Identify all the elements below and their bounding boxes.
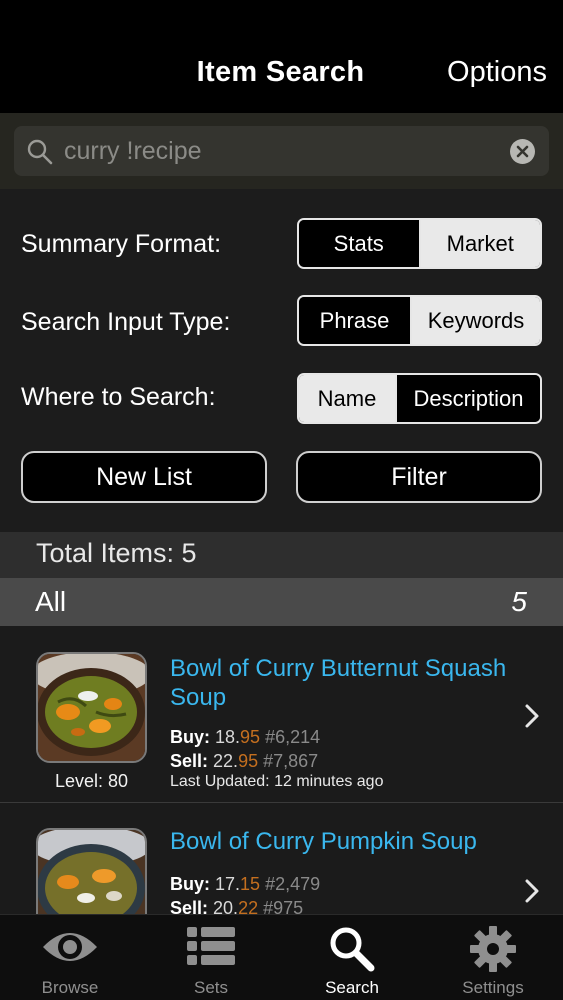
buy-price: Buy: 17.15 #2,479: [170, 874, 321, 894]
close-icon: [516, 145, 529, 158]
item-name[interactable]: Bowl of Curry Pumpkin Soup: [170, 827, 510, 856]
chevron-right-icon: [525, 704, 539, 728]
search-options-panel: Summary Format: Stats Market Search Inpu…: [0, 189, 563, 532]
chevron-right-icon: [525, 879, 539, 903]
soup-bowl-image: [38, 830, 145, 914]
search-input-type-label: Search Input Type:: [21, 308, 231, 336]
options-button[interactable]: Options: [447, 56, 547, 89]
tab-bar: Browse Sets Search Settings: [0, 914, 563, 1000]
sell-price: Sell: 22.95 #7,867: [170, 751, 319, 771]
segment-keywords[interactable]: Keywords: [410, 297, 540, 344]
search-input[interactable]: curry !recipe: [14, 126, 549, 176]
search-query: curry !recipe: [64, 137, 202, 165]
tab-search[interactable]: Search: [282, 915, 422, 1000]
list-icon: [187, 927, 235, 965]
search-icon: [27, 139, 53, 165]
where-to-search-label: Where to Search:: [21, 383, 216, 411]
search-bar: curry !recipe: [0, 113, 563, 189]
tab-browse-label: Browse: [41, 978, 99, 997]
tab-sets-label: Sets: [193, 978, 229, 997]
segment-name[interactable]: Name: [299, 375, 395, 422]
gear-icon: [470, 926, 516, 972]
clear-search-button[interactable]: [510, 139, 535, 164]
navigation-bar: Item Search Options: [0, 0, 563, 113]
eye-icon: [43, 933, 97, 961]
last-updated: Last Updated: 12 minutes ago: [170, 773, 384, 790]
item-thumbnail: [36, 828, 147, 914]
item-thumbnail: [36, 652, 147, 763]
tab-settings-label: Settings: [462, 978, 524, 997]
tab-settings[interactable]: Settings: [423, 915, 563, 1000]
where-to-search-control: Name Description: [297, 373, 542, 424]
search-input-type-control: Phrase Keywords: [297, 295, 542, 346]
section-header: All 5: [0, 578, 563, 626]
item-level: Level: 80: [54, 771, 129, 791]
tab-browse[interactable]: Browse: [0, 915, 140, 1000]
buy-price: Buy: 18.95 #6,214: [170, 727, 321, 747]
tab-search-label: Search: [325, 978, 379, 997]
segment-description[interactable]: Description: [395, 375, 540, 422]
summary-format-control: Stats Market: [297, 218, 542, 269]
list-item[interactable]: Bowl of Curry Pumpkin Soup Buy: 17.15 #2…: [0, 803, 563, 914]
list-item[interactable]: Level: 80 Bowl of Curry Butternut Squash…: [0, 626, 563, 802]
new-list-button[interactable]: New List: [21, 451, 267, 503]
filter-button[interactable]: Filter: [296, 451, 542, 503]
segment-phrase[interactable]: Phrase: [299, 297, 410, 344]
total-items-bar: Total Items: 5: [0, 532, 563, 578]
soup-bowl-image: [38, 654, 145, 761]
segment-stats[interactable]: Stats: [299, 220, 419, 267]
total-items-label: Total Items: 5: [36, 538, 197, 568]
segment-market[interactable]: Market: [418, 220, 540, 267]
search-icon: [330, 927, 375, 972]
item-name[interactable]: Bowl of Curry Butternut Squash Soup: [170, 654, 510, 712]
tab-sets[interactable]: Sets: [141, 915, 281, 1000]
sell-price: Sell: 20.22 #975: [170, 898, 304, 914]
summary-format-label: Summary Format:: [21, 230, 222, 258]
section-count: 5: [511, 586, 527, 617]
section-title: All: [35, 586, 67, 617]
